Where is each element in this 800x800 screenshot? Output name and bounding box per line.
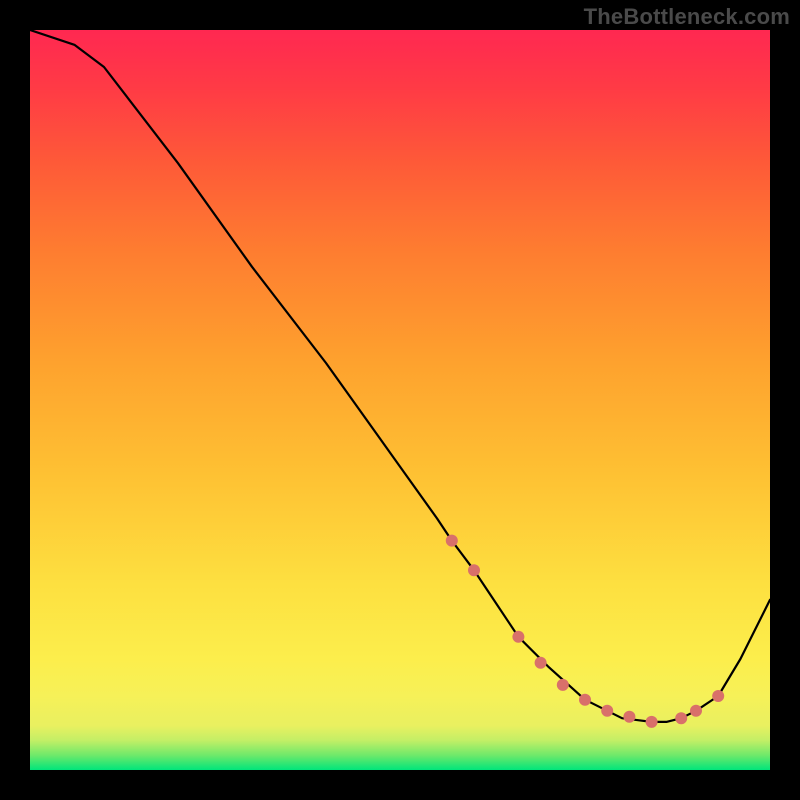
bottleneck-curve <box>30 30 770 722</box>
marker-dot <box>446 535 458 547</box>
marker-dot <box>601 705 613 717</box>
plot-area <box>30 30 770 770</box>
marker-dot <box>512 631 524 643</box>
marker-dot <box>675 712 687 724</box>
marker-dot <box>690 705 702 717</box>
marker-dot <box>712 690 724 702</box>
marker-dot <box>646 716 658 728</box>
curve-layer <box>30 30 770 770</box>
figure-frame: TheBottleneck.com <box>0 0 800 800</box>
marker-dot <box>535 657 547 669</box>
marker-dot <box>579 694 591 706</box>
marker-dot <box>557 679 569 691</box>
marker-dot <box>623 711 635 723</box>
marker-group <box>446 535 724 728</box>
watermark-text: TheBottleneck.com <box>584 4 790 30</box>
marker-dot <box>468 564 480 576</box>
